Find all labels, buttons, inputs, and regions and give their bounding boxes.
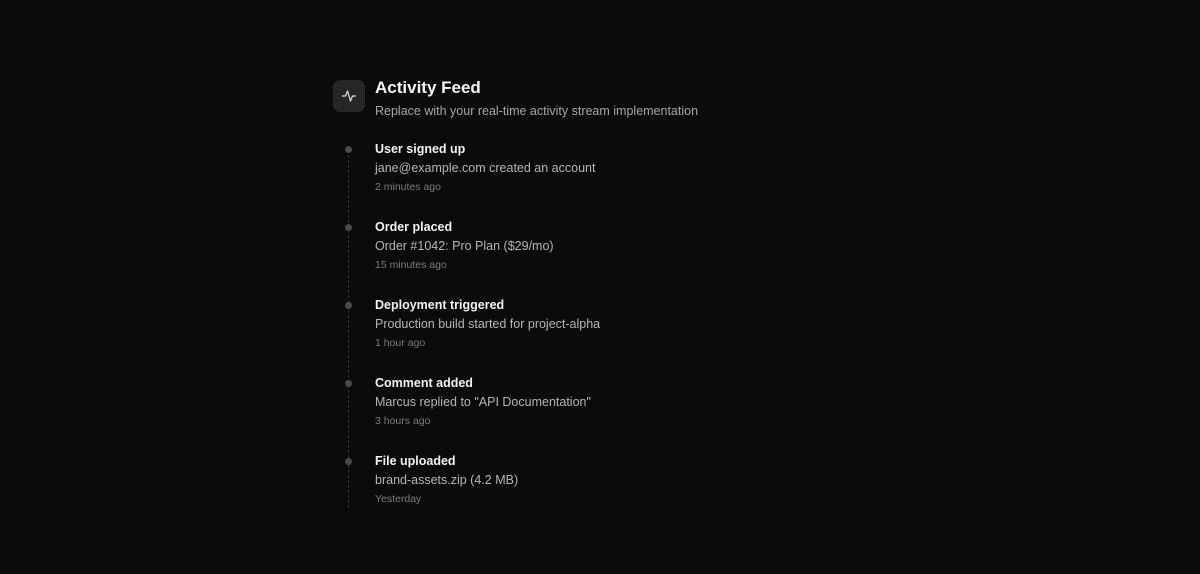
page-subtitle: Replace with your real-time activity str…: [375, 104, 699, 118]
feed-header: Activity Feed Replace with your real-tim…: [333, 78, 853, 118]
activity-feed: Activity Feed Replace with your real-tim…: [333, 78, 853, 532]
timeline: User signed up jane@example.com created …: [333, 142, 853, 532]
event-title: File uploaded: [375, 454, 456, 468]
activity-icon: [333, 80, 365, 112]
event-timestamp: Yesterday: [375, 493, 422, 505]
timeline-event: User signed up jane@example.com created …: [333, 142, 853, 220]
timeline-dot: [345, 458, 352, 465]
timeline-dot: [345, 302, 352, 309]
timeline-event: Order placed Order #1042: Pro Plan ($29/…: [333, 220, 853, 298]
timeline-event: Deployment triggered Production build st…: [333, 298, 853, 376]
header-text: Activity Feed Replace with your real-tim…: [375, 78, 698, 118]
event-description: Order #1042: Pro Plan ($29/mo): [375, 239, 554, 253]
event-description: brand-assets.zip (4.2 MB): [375, 473, 519, 487]
event-description: jane@example.com created an account: [375, 161, 596, 175]
event-title: Comment added: [375, 376, 473, 390]
timeline-dot: [345, 380, 352, 387]
timeline-event: Comment added Marcus replied to "API Doc…: [333, 376, 853, 454]
event-description: Marcus replied to "API Documentation": [375, 395, 591, 409]
event-timestamp: 2 minutes ago: [375, 181, 441, 193]
timeline-event: File uploaded brand-assets.zip (4.2 MB) …: [333, 454, 853, 532]
event-title: User signed up: [375, 142, 466, 156]
event-timestamp: 1 hour ago: [375, 337, 426, 349]
event-title: Order placed: [375, 220, 453, 234]
event-timestamp: 15 minutes ago: [375, 259, 447, 271]
page-title: Activity Feed: [375, 78, 481, 97]
event-timestamp: 3 hours ago: [375, 415, 431, 427]
timeline-dot: [345, 224, 352, 231]
event-description: Production build started for project-alp…: [375, 317, 601, 331]
timeline-dot: [345, 146, 352, 153]
event-title: Deployment triggered: [375, 298, 505, 312]
